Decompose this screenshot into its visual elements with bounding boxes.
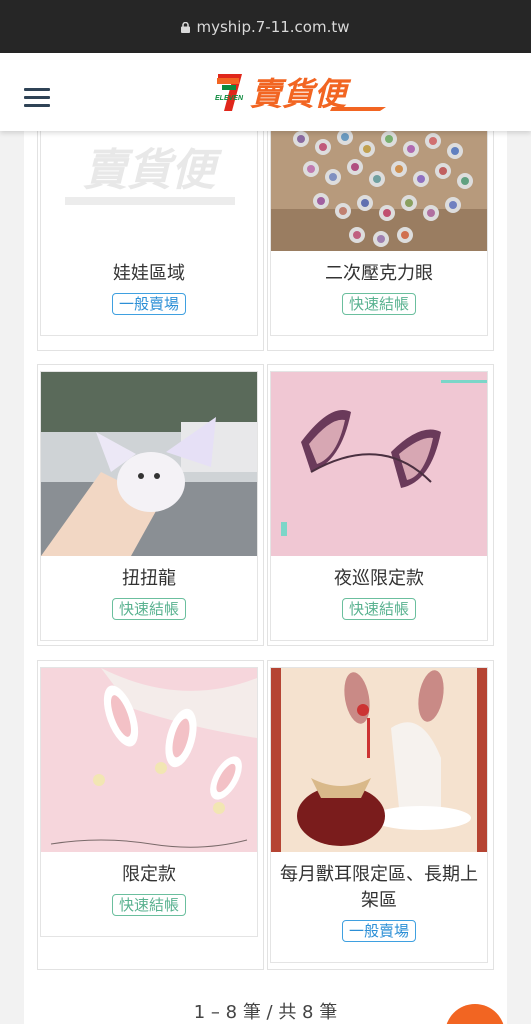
product-cell[interactable]: 扭扭龍 快速結帳	[37, 364, 264, 646]
product-title: 扭扭龍	[122, 568, 176, 589]
product-card[interactable]: 二次壓克力眼 快速結帳	[270, 131, 488, 336]
product-cell[interactable]: 夜巡限定款 快速結帳	[267, 364, 494, 646]
url-text: myship.7-11.com.tw	[196, 17, 350, 36]
product-image[interactable]	[271, 668, 487, 852]
product-card[interactable]: 扭扭龍 快速結帳	[40, 371, 258, 641]
site-header: ELEVEN 賣貨便	[0, 53, 531, 131]
lock-icon	[181, 22, 191, 33]
checkout-type-badge[interactable]: 快速結帳	[111, 598, 186, 620]
product-title: 每月獸耳限定區、長期上架區	[280, 864, 478, 911]
product-cell[interactable]: 二次壓克力眼 快速結帳	[267, 131, 494, 351]
product-cell[interactable]: 賣貨便 娃娃區域 一般賣場	[37, 131, 264, 351]
placeholder-logo-watermark: 賣貨便	[83, 145, 223, 196]
product-cell[interactable]: 每月獸耳限定區、長期上架區 一般賣場	[267, 660, 494, 970]
product-card[interactable]: 每月獸耳限定區、長期上架區 一般賣場	[270, 667, 488, 963]
checkout-type-badge[interactable]: 快速結帳	[341, 293, 416, 315]
product-card[interactable]: 限定款 快速結帳	[40, 667, 258, 937]
logo-eleven-text: ELEVEN	[215, 95, 244, 102]
product-title: 夜巡限定款	[334, 568, 424, 589]
menu-icon[interactable]	[24, 88, 50, 108]
product-image[interactable]	[41, 372, 257, 556]
product-title: 娃娃區域	[113, 263, 185, 284]
product-card[interactable]: 賣貨便 娃娃區域 一般賣場	[40, 131, 258, 336]
product-image[interactable]	[271, 131, 487, 251]
product-list: 賣貨便 娃娃區域 一般賣場 二次壓克力眼 快速結帳 扭扭龍 快速結帳 夜巡限定款…	[24, 131, 507, 1024]
store-type-badge[interactable]: 一般賣場	[341, 920, 416, 942]
store-type-badge[interactable]: 一般賣場	[111, 293, 186, 315]
product-title: 限定款	[122, 864, 176, 885]
browser-url-bar[interactable]: myship.7-11.com.tw	[0, 0, 531, 53]
checkout-type-badge[interactable]: 快速結帳	[111, 894, 186, 916]
product-title: 二次壓克力眼	[325, 263, 433, 284]
product-card[interactable]: 夜巡限定款 快速結帳	[270, 371, 488, 641]
pagination-summary: 1 – 8 筆 / 共 8 筆	[193, 1002, 338, 1023]
myship-logo[interactable]: ELEVEN 賣貨便	[212, 71, 392, 115]
checkout-type-badge[interactable]: 快速結帳	[341, 598, 416, 620]
product-cell[interactable]: 限定款 快速結帳	[37, 660, 264, 970]
product-image[interactable]	[271, 372, 487, 556]
product-image[interactable]	[41, 668, 257, 852]
product-image[interactable]: 賣貨便	[41, 131, 257, 251]
